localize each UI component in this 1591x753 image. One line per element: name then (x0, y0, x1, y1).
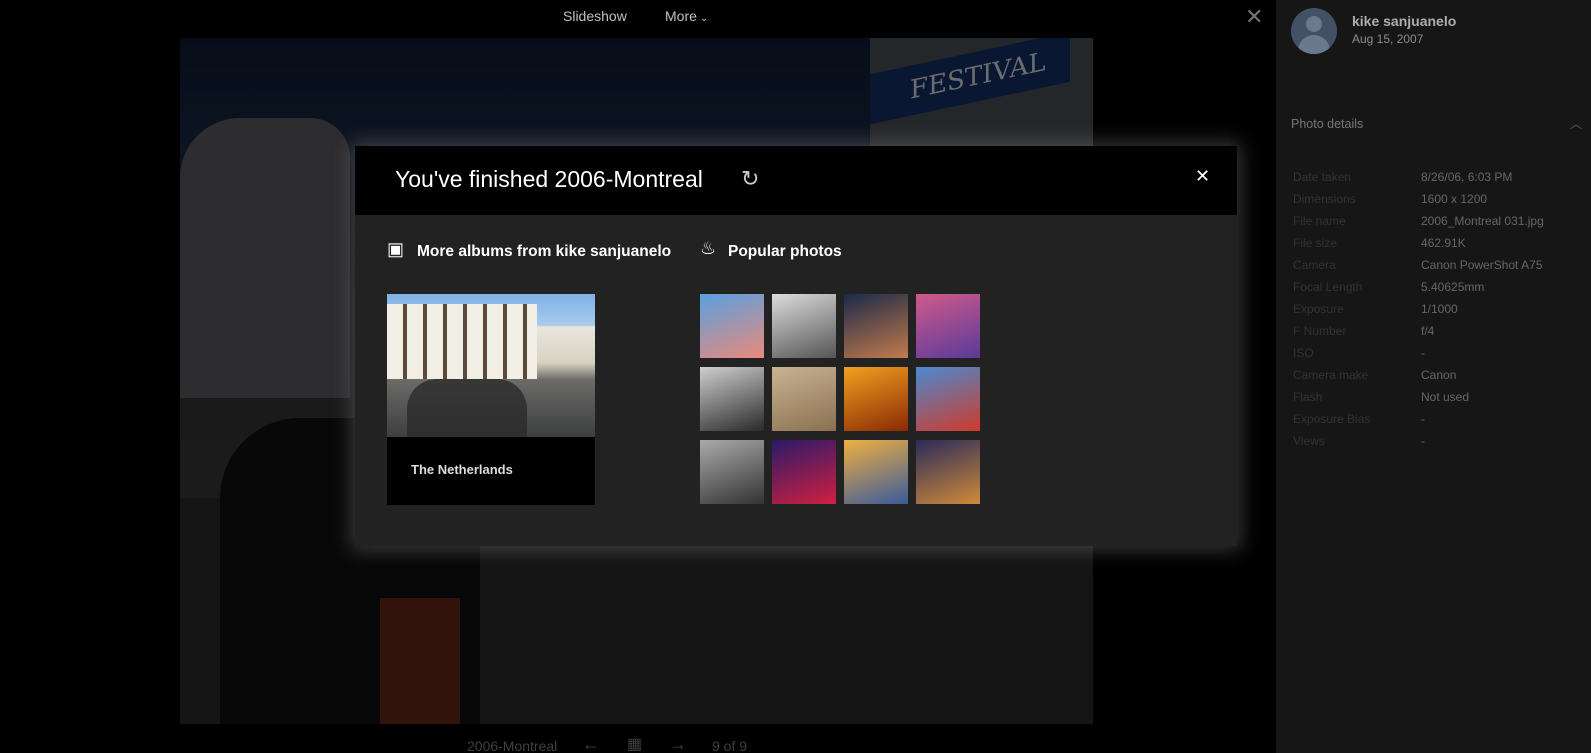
popular-photo-red-balls[interactable] (772, 440, 836, 504)
more-albums-heading: More albums from kike sanjuanelo (417, 243, 672, 260)
close-dialog-icon[interactable]: ✕ (1195, 166, 1210, 187)
dialog-title: You've finished 2006-Montreal (395, 166, 703, 192)
album-finished-dialog: You've finished 2006-Montreal ↻ ✕ ▣ More… (355, 146, 1237, 546)
popular-photo-girl-curtain[interactable] (844, 294, 908, 358)
popular-photo-lavender-sunset[interactable] (916, 294, 980, 358)
album-caption: The Netherlands (387, 437, 595, 505)
dialog-header: You've finished 2006-Montreal ↻ ✕ (355, 146, 1237, 215)
popular-photo-boat-lights[interactable] (916, 440, 980, 504)
album-card-label: The Netherlands (411, 462, 513, 477)
flame-icon: ♨ (700, 238, 717, 258)
popular-photo-pink-umbrellas[interactable] (700, 294, 764, 358)
album-thumbnail (387, 294, 595, 437)
popular-photo-bw-sculpture[interactable] (700, 367, 764, 431)
thumb-people (407, 379, 527, 437)
album-card[interactable]: The Netherlands (387, 294, 595, 505)
thumb-houses (387, 304, 537, 379)
popular-photo-sunset-clouds[interactable] (844, 440, 908, 504)
popular-photos-heading: Popular photos (728, 243, 842, 260)
popular-photo-sepia-landscape[interactable] (772, 367, 836, 431)
popular-photo-tulip-field[interactable] (916, 367, 980, 431)
popular-photos-grid (700, 294, 980, 504)
popular-photo-fire-explosion[interactable] (844, 367, 908, 431)
replay-icon[interactable]: ↻ (741, 166, 759, 192)
album-icon: ▣ (387, 239, 405, 259)
popular-photo-bw-monkey[interactable] (700, 440, 764, 504)
popular-photo-bw-ship[interactable] (772, 294, 836, 358)
